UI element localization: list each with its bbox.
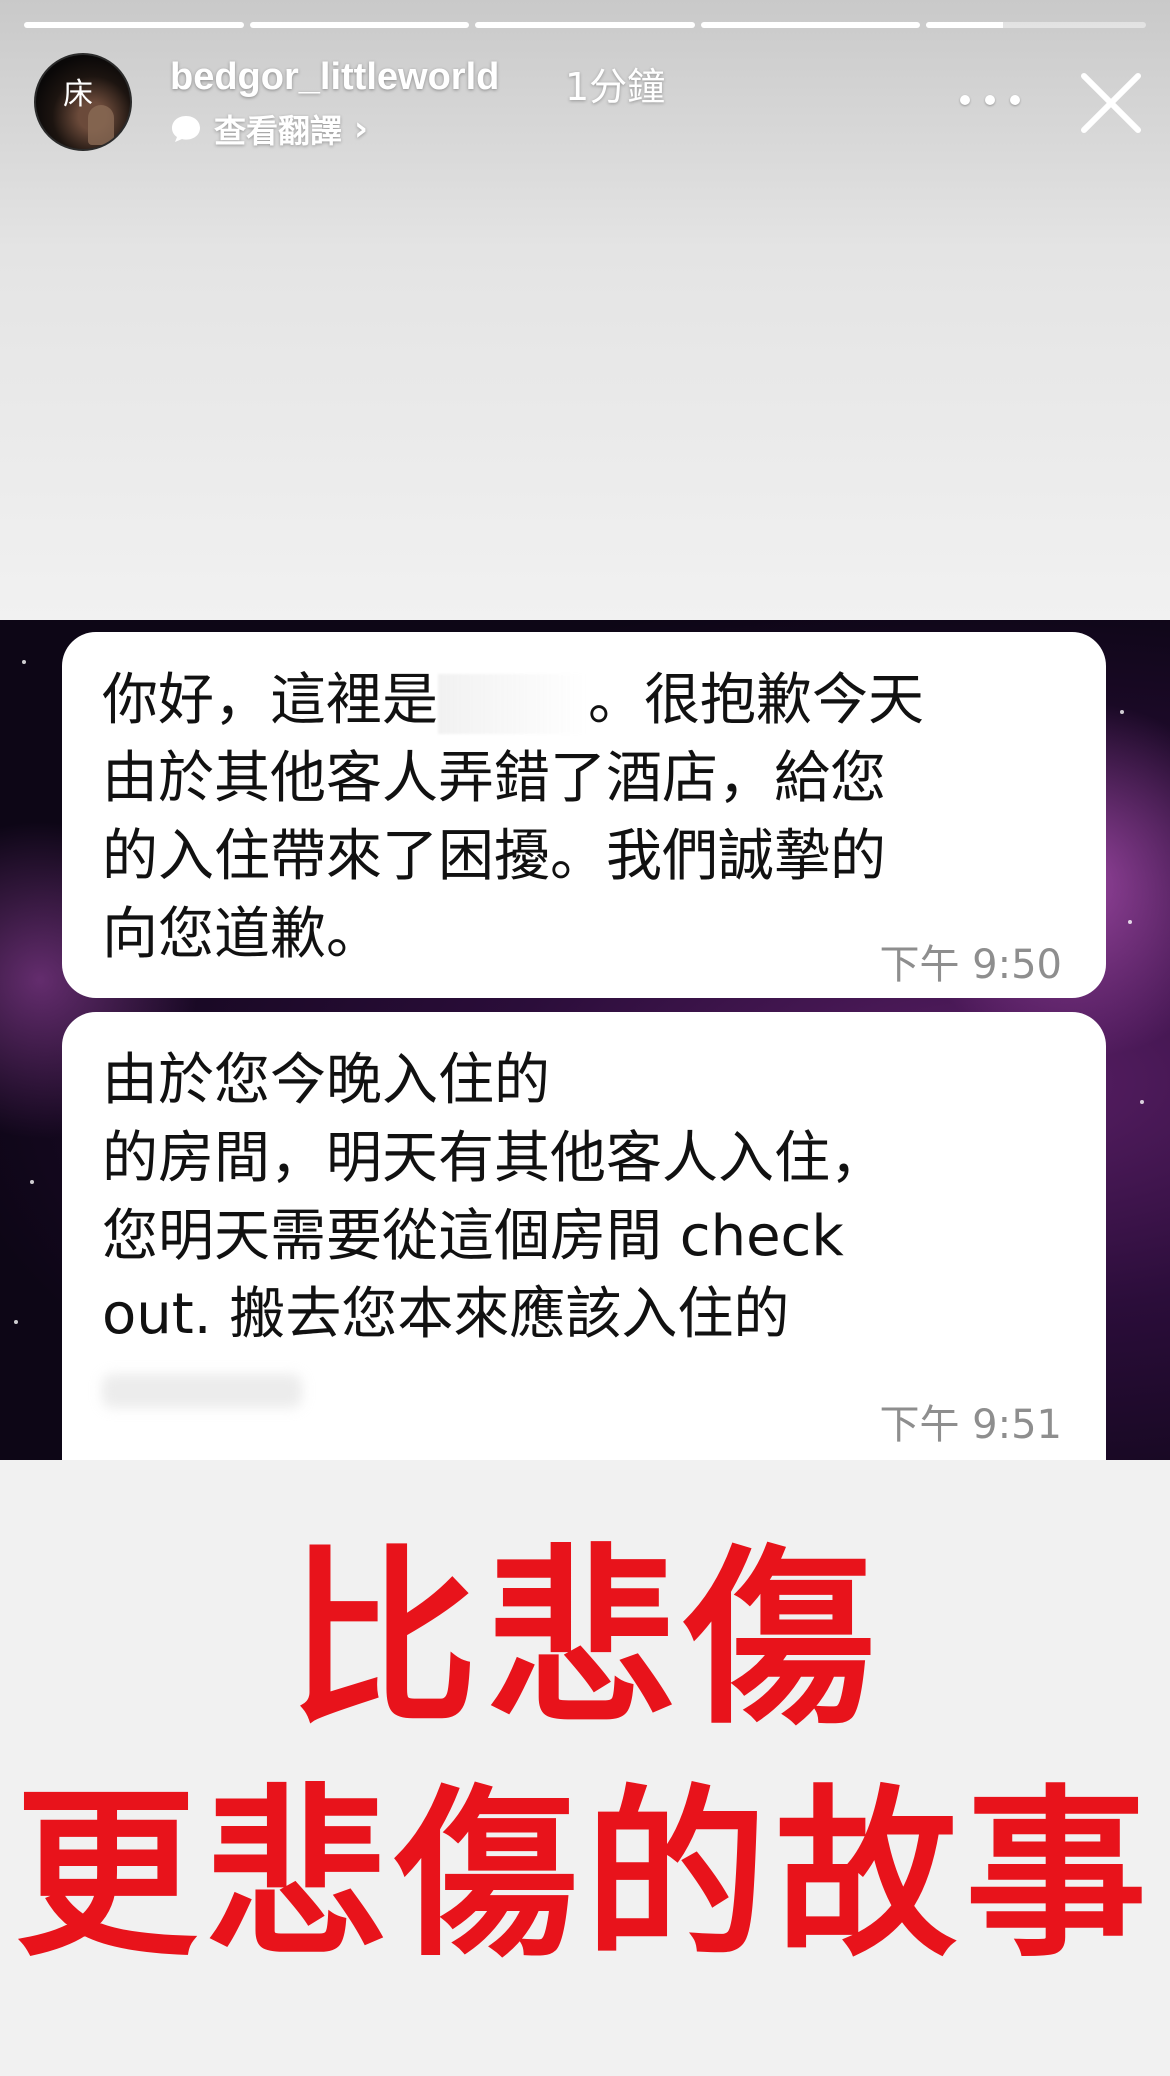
redacted-text [438,673,588,734]
star-decoration [22,660,26,664]
translate-label: 查看翻譯 [214,112,343,150]
post-time: 1分鐘 [565,65,666,109]
star-decoration [1120,710,1124,714]
progress-segment [700,22,921,28]
progress-segment [926,22,1146,28]
progress-segment [24,22,244,28]
star-decoration [1140,1100,1144,1104]
caption-line-1: 比悲傷 [287,1529,882,1750]
dot-icon [1010,95,1020,105]
chevron-right-icon: › [354,109,369,149]
dot-icon [960,95,970,105]
chat-message: 由於您今晚入住的 的房間，明天有其他客人入住， 您明天需要從這個房間 check… [62,1012,1106,1460]
see-translation-link[interactable]: 查看翻譯 › [170,106,368,152]
chat-bubble-icon [170,114,202,144]
message-text: 由於您今晚入住的 的房間，明天有其他客人入住， 您明天需要從這個房間 check… [102,1048,886,1347]
chat-screenshot: 你好，這裡是 。很抱歉今天 由於其他客人弄錯了酒店，給您 的入住帶來了困擾。我們誠… [0,620,1170,1460]
message-time: 下午 9:50 [879,942,1062,988]
message-time: 下午 9:51 [879,1402,1062,1448]
star-decoration [30,1180,34,1184]
star-decoration [14,1320,18,1324]
caption-line-2: 更悲傷的故事 [15,1769,1155,1981]
close-icon[interactable] [1078,70,1144,136]
avatar[interactable]: 床 [34,53,132,151]
avatar-figure [88,105,114,145]
avatar-glyph: 床 [63,77,93,112]
message-text: 你好，這裡是 。很抱歉今天 由於其他客人弄錯了酒店，給您 的入住帶來了困擾。我們誠… [102,668,924,967]
chat-message: 你好，這裡是 。很抱歉今天 由於其他客人弄錯了酒店，給您 的入住帶來了困擾。我們誠… [62,632,1106,998]
star-decoration [1128,920,1132,924]
progress-segment [475,22,695,28]
progress-segment [249,22,470,28]
story-progress-bar [24,22,1146,28]
redacted-text [102,1374,302,1408]
username[interactable]: bedgor_littleworld [170,56,499,99]
dot-icon [985,95,995,105]
more-options-button[interactable] [960,80,1020,120]
